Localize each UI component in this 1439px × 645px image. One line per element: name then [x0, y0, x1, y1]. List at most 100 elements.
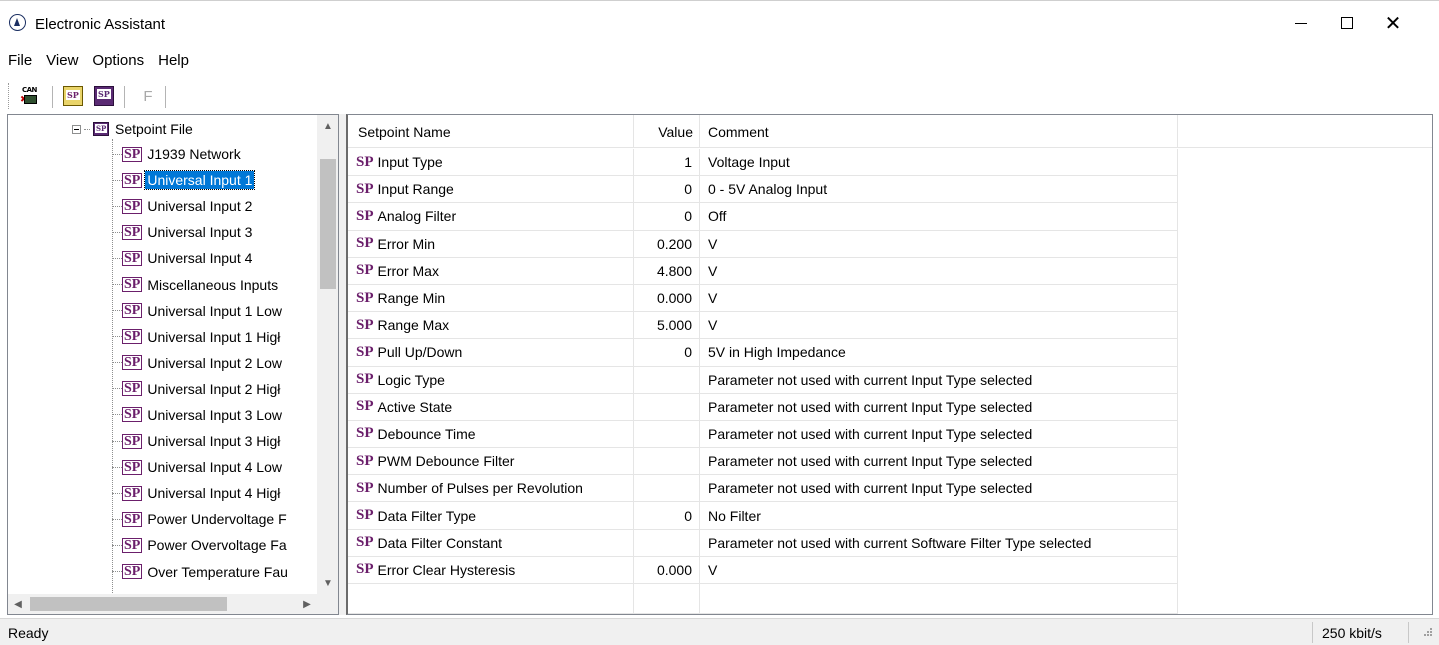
- flash-button[interactable]: F: [136, 84, 160, 108]
- setpoint-icon: SP: [122, 277, 143, 293]
- close-button[interactable]: ✕: [1370, 1, 1416, 45]
- tree-item[interactable]: SP Universal Input 1 Low: [112, 298, 290, 324]
- table-row[interactable]: SP Error Min 0.200 V: [348, 230, 1178, 258]
- setpoint-comment-cell: Parameter not used with current Input Ty…: [700, 366, 1178, 394]
- setpoint-value-cell[interactable]: 0: [634, 203, 700, 231]
- panel-splitter[interactable]: [339, 114, 346, 615]
- setpoint-icon: SP: [356, 289, 374, 306]
- setpoint-value-cell[interactable]: 1: [634, 149, 700, 177]
- table-row[interactable]: SP Analog Filter 0 Off: [348, 203, 1178, 231]
- tree-item-label: Universal Input 3 Higł: [147, 433, 281, 450]
- tree-item[interactable]: SP Universal Input 2 Higł: [112, 376, 290, 402]
- setpoint-value-cell[interactable]: 5.000: [634, 312, 700, 340]
- setpoint-name-cell[interactable]: SP Range Max: [348, 312, 634, 340]
- setpoint-icon: SP: [122, 511, 143, 527]
- setpoint-value-cell[interactable]: [634, 448, 700, 476]
- table-row[interactable]: SP Input Range 0 0 - 5V Analog Input: [348, 176, 1178, 204]
- can-connect-button[interactable]: CAN ✖: [18, 84, 42, 108]
- scroll-up-icon[interactable]: ▲: [317, 115, 338, 137]
- scroll-thumb-horizontal[interactable]: [30, 597, 227, 611]
- setpoint-value-cell[interactable]: [634, 529, 700, 557]
- table-row[interactable]: SP Range Min 0.000 V: [348, 284, 1178, 313]
- setpoint-value-cell[interactable]: 0.200: [634, 230, 700, 258]
- tree-item[interactable]: SP Universal Input 1 Higł: [112, 324, 290, 350]
- setpoint-value-cell[interactable]: [634, 420, 700, 449]
- table-row[interactable]: SP Range Max 5.000 V: [348, 312, 1178, 340]
- tree-item[interactable]: SP Universal Input 4: [112, 245, 290, 271]
- setpoint-value-cell[interactable]: 0: [634, 502, 700, 530]
- minimize-icon: [1295, 22, 1307, 24]
- setpoint-name-cell[interactable]: SP Debounce Time: [348, 420, 634, 449]
- tree-item[interactable]: SP Universal Input 2 Low: [112, 350, 290, 376]
- setpoint-name-cell[interactable]: SP Range Min: [348, 284, 634, 313]
- setpoint-name-cell[interactable]: SP Number of Pulses per Revolution: [348, 475, 634, 503]
- scroll-right-icon[interactable]: ▶: [297, 594, 317, 614]
- collapse-icon[interactable]: [72, 124, 81, 134]
- tree-item[interactable]: SP Over Temperature Fau: [112, 559, 290, 585]
- setpoint-name-cell[interactable]: SP Analog Filter: [348, 203, 634, 231]
- tree-horizontal-scrollbar[interactable]: ◀ ▶: [8, 594, 317, 614]
- table-row[interactable]: SP Error Clear Hysteresis 0.000 V: [348, 556, 1178, 584]
- tree-item[interactable]: SP Power Overvoltage Fa: [112, 532, 290, 558]
- table-row[interactable]: SP Data Filter Type 0 No Filter: [348, 502, 1178, 530]
- setpoint-value-cell[interactable]: [634, 366, 700, 394]
- menu-help[interactable]: Help: [151, 47, 196, 73]
- tree-item[interactable]: SP Universal Input 3 Low: [112, 402, 290, 428]
- table-row[interactable]: SP Error Max 4.800 V: [348, 257, 1178, 285]
- setpoint-name-cell[interactable]: SP Data Filter Constant: [348, 529, 634, 557]
- setpoint-value-cell[interactable]: 0.000: [634, 556, 700, 584]
- tree-item[interactable]: SP Power Undervoltage F: [112, 506, 290, 532]
- setpoint-value-cell[interactable]: 0.000: [634, 284, 700, 313]
- setpoint-name-cell[interactable]: SP PWM Debounce Filter: [348, 448, 634, 476]
- setpoint-name-cell[interactable]: SP Logic Type: [348, 366, 634, 394]
- tree-item[interactable]: SP Universal Input 3: [112, 219, 290, 245]
- scroll-down-icon[interactable]: ▼: [317, 572, 338, 594]
- resize-grip-icon[interactable]: [1421, 628, 1433, 640]
- menu-view[interactable]: View: [39, 47, 85, 73]
- tree-item[interactable]: SP Universal Input 2: [112, 193, 290, 219]
- setpoint-value-cell[interactable]: 0: [634, 339, 700, 367]
- column-header-value[interactable]: Value: [634, 115, 700, 148]
- menu-file[interactable]: File: [0, 47, 39, 73]
- tree-item[interactable]: SP Universal Input 3 Higł: [112, 428, 290, 454]
- tree-root-setpoint-file[interactable]: SP Setpoint File: [72, 119, 193, 139]
- setpoint-name-cell[interactable]: SP Input Range: [348, 176, 634, 204]
- tree-item[interactable]: SP Universal Input 1: [112, 167, 290, 193]
- tree-item-label: Universal Input 1: [144, 170, 256, 191]
- setpoint-tree[interactable]: SP Setpoint File SP J1939 Network SP Univer…: [7, 114, 339, 615]
- table-row[interactable]: SP Number of Pulses per Revolution Paramet…: [348, 475, 1178, 503]
- setpoint-name-cell[interactable]: SP Error Max: [348, 257, 634, 285]
- table-row[interactable]: SP Active State Parameter not used with cu…: [348, 393, 1178, 421]
- setpoint-name-cell[interactable]: SP Input Type: [348, 149, 634, 177]
- tree-item[interactable]: SP Universal Input 4 Higł: [112, 480, 290, 506]
- tree-vertical-scrollbar[interactable]: ▲ ▼: [317, 115, 338, 594]
- scroll-left-icon[interactable]: ◀: [8, 594, 28, 614]
- table-row[interactable]: SP Debounce Time Parameter not used with c…: [348, 420, 1178, 449]
- setpoint-name-cell[interactable]: SP Active State: [348, 393, 634, 421]
- setpoint-value-cell[interactable]: [634, 393, 700, 421]
- setpoint-value-cell[interactable]: 4.800: [634, 257, 700, 285]
- column-header-comment[interactable]: Comment: [700, 115, 1178, 148]
- table-row[interactable]: SP Input Type 1 Voltage Input: [348, 149, 1178, 177]
- setpoint-name-cell[interactable]: SP Error Clear Hysteresis: [348, 556, 634, 584]
- maximize-button[interactable]: [1324, 1, 1370, 45]
- toolbar-grip[interactable]: [8, 83, 11, 109]
- tree-item[interactable]: SP Universal Input 4 Low: [112, 454, 290, 480]
- table-row[interactable]: SP PWM Debounce Filter Parameter not used …: [348, 448, 1178, 476]
- minimize-button[interactable]: [1278, 1, 1324, 45]
- setpoint-value-cell[interactable]: 0: [634, 176, 700, 204]
- scroll-thumb[interactable]: [320, 159, 336, 289]
- table-row[interactable]: SP Pull Up/Down 0 5V in High Impedance: [348, 339, 1178, 367]
- setpoint-name-cell[interactable]: SP Pull Up/Down: [348, 339, 634, 367]
- table-row[interactable]: SP Logic Type Parameter not used with curr…: [348, 366, 1178, 394]
- setpoint-name-cell[interactable]: SP Data Filter Type: [348, 502, 634, 530]
- setpoint-name-cell[interactable]: SP Error Min: [348, 230, 634, 258]
- tree-item[interactable]: SP Miscellaneous Inputs: [112, 271, 290, 297]
- menu-options[interactable]: Options: [85, 47, 151, 73]
- open-setpoint-file-button[interactable]: SP: [61, 84, 85, 108]
- column-header-name[interactable]: Setpoint Name: [348, 115, 634, 148]
- save-setpoint-file-button[interactable]: SP: [92, 84, 116, 108]
- setpoint-value-cell[interactable]: [634, 475, 700, 503]
- table-row[interactable]: SP Data Filter Constant Parameter not used…: [348, 529, 1178, 557]
- tree-item[interactable]: SP J1939 Network: [112, 141, 290, 167]
